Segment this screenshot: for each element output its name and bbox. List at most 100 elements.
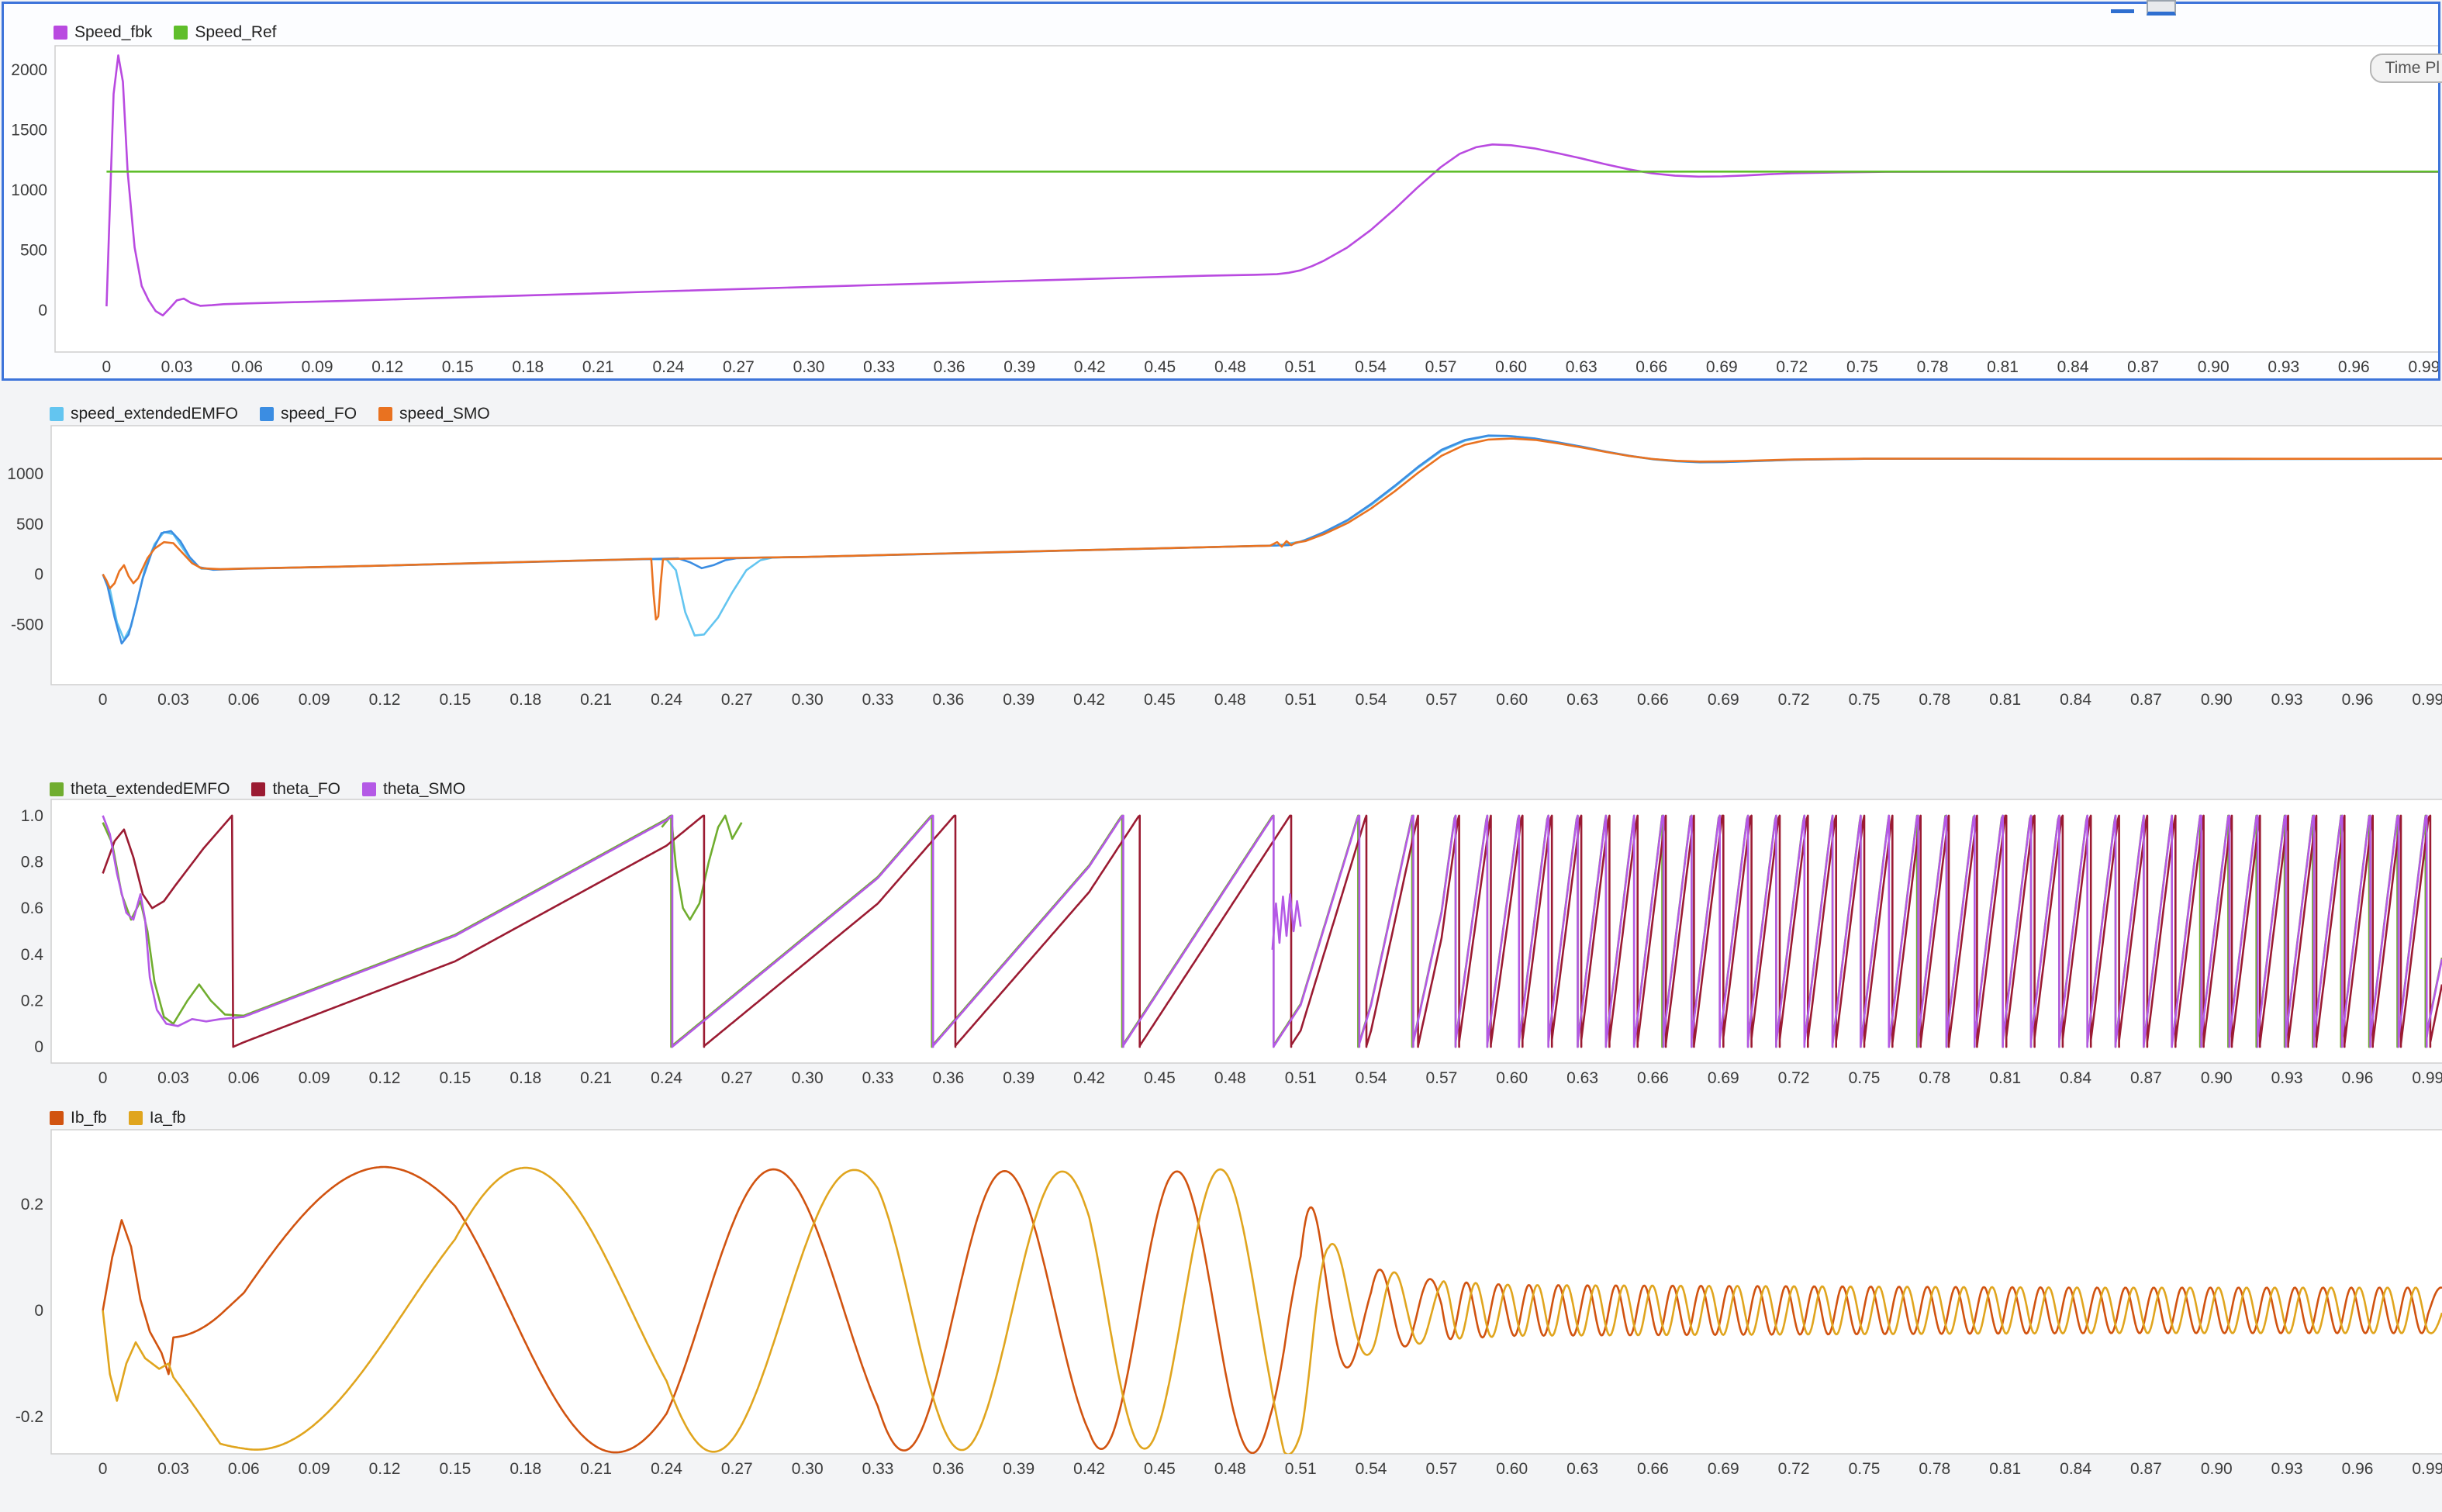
x-tick-label: 0.18 bbox=[509, 691, 541, 709]
x-tick-label: 0.48 bbox=[1214, 358, 1246, 376]
x-tick-label: 0.27 bbox=[723, 358, 755, 376]
legend-item[interactable]: Ia_fb bbox=[129, 1109, 186, 1127]
x-tick-label: 0.24 bbox=[652, 358, 684, 376]
legend-label: Ia_fb bbox=[150, 1109, 186, 1127]
toolbar-icon-underline[interactable] bbox=[2111, 0, 2134, 13]
x-tick-label: 0.69 bbox=[1708, 1069, 1739, 1087]
x-tick-label: 0.84 bbox=[2060, 1069, 2091, 1087]
speed-estimates-plot-canvas[interactable]: -5000500100000.030.060.090.120.150.180.2… bbox=[0, 423, 2442, 711]
legend-item[interactable]: speed_SMO bbox=[378, 405, 490, 423]
x-tick-label: 0.84 bbox=[2057, 358, 2089, 376]
x-tick-label: 0.81 bbox=[1989, 691, 2021, 709]
plot-area[interactable] bbox=[51, 426, 2442, 685]
subplot-speed-estimates[interactable]: speed_extendedEMFO speed_FO speed_SMO -500… bbox=[0, 385, 2442, 711]
legend-swatch bbox=[174, 26, 188, 40]
x-tick-label: 0.78 bbox=[1919, 691, 1950, 709]
legend-item[interactable]: Ib_fb bbox=[50, 1109, 107, 1127]
speed-plot-canvas[interactable]: 050010001500200000.030.060.090.120.150.1… bbox=[4, 43, 2438, 378]
currents-plot-canvas[interactable]: -0.200.200.030.060.090.120.150.180.210.2… bbox=[0, 1127, 2442, 1480]
x-tick-label: 0.78 bbox=[1919, 1069, 1950, 1087]
legend-item[interactable]: speed_extendedEMFO bbox=[50, 405, 238, 423]
x-tick-label: 0.90 bbox=[2198, 358, 2230, 376]
y-tick-label: -0.2 bbox=[16, 1408, 43, 1426]
x-tick-label: 0.27 bbox=[721, 691, 753, 709]
x-tick-label: 0.03 bbox=[157, 1460, 189, 1478]
x-tick-label: 0.21 bbox=[582, 358, 614, 376]
x-tick-label: 0.54 bbox=[1355, 358, 1387, 376]
legend-item[interactable]: Speed_fbk bbox=[54, 23, 152, 42]
x-tick-label: 0.66 bbox=[1637, 691, 1669, 709]
x-tick-label: 0.12 bbox=[369, 691, 401, 709]
x-tick-label: 0.93 bbox=[2271, 691, 2303, 709]
x-tick-label: 0.45 bbox=[1144, 1069, 1176, 1087]
plot-area[interactable] bbox=[51, 1130, 2442, 1454]
legend-speed-estimates: speed_extendedEMFO speed_FO speed_SMO bbox=[50, 404, 490, 424]
x-tick-label: 0.60 bbox=[1496, 691, 1528, 709]
x-tick-label: 0.66 bbox=[1637, 1069, 1669, 1087]
legend-label: Speed_fbk bbox=[74, 23, 152, 42]
legend-swatch bbox=[50, 407, 64, 421]
x-tick-label: 0.45 bbox=[1144, 691, 1176, 709]
plot-area[interactable] bbox=[55, 46, 2438, 352]
legend-item[interactable]: Speed_Ref bbox=[174, 23, 276, 42]
legend-label: Ib_fb bbox=[71, 1109, 107, 1127]
x-tick-label: 0.99 bbox=[2412, 691, 2442, 709]
plotwrap-speed: 050010001500200000.030.060.090.120.150.1… bbox=[4, 43, 2438, 378]
toolbar-icon-grid[interactable] bbox=[2147, 0, 2176, 16]
x-tick-label: 0.51 bbox=[1284, 358, 1316, 376]
plot-type-badge[interactable]: Time Pl bbox=[2370, 54, 2442, 83]
legend-swatch bbox=[129, 1111, 143, 1125]
subplot-currents[interactable]: Ib_fbIa_fb -0.200.200.030.060.090.120.15… bbox=[0, 1091, 2442, 1480]
plotwrap-theta: 00.20.40.60.81.000.030.060.090.120.150.1… bbox=[0, 796, 2442, 1089]
x-tick-label: 0.03 bbox=[157, 1069, 189, 1087]
x-tick-label: 0.09 bbox=[302, 358, 333, 376]
x-tick-label: 0.81 bbox=[1989, 1460, 2021, 1478]
x-tick-label: 0.24 bbox=[651, 1460, 682, 1478]
x-tick-label: 0.42 bbox=[1073, 1460, 1105, 1478]
x-tick-label: 0.84 bbox=[2060, 1460, 2091, 1478]
x-tick-label: 0.45 bbox=[1144, 358, 1176, 376]
x-tick-label: 0.30 bbox=[792, 691, 824, 709]
x-tick-label: 0.57 bbox=[1425, 1460, 1457, 1478]
y-tick-label: -500 bbox=[11, 616, 43, 633]
subplot-theta[interactable]: theta_extendedEMFOtheta_FOtheta_SMO 00.2… bbox=[0, 761, 2442, 1089]
x-tick-label: 0.63 bbox=[1566, 1069, 1598, 1087]
x-tick-label: 0.33 bbox=[862, 1069, 894, 1087]
legend-label: speed_extendedEMFO bbox=[71, 405, 238, 423]
legend-swatch bbox=[50, 1111, 64, 1125]
legend-swatch bbox=[54, 26, 67, 40]
x-tick-label: 0.42 bbox=[1073, 691, 1105, 709]
x-tick-label: 0.69 bbox=[1708, 691, 1739, 709]
x-tick-label: 0.36 bbox=[932, 1069, 964, 1087]
x-tick-label: 0.66 bbox=[1637, 1460, 1669, 1478]
x-tick-label: 0.30 bbox=[792, 1460, 824, 1478]
x-tick-label: 0.15 bbox=[439, 691, 471, 709]
x-tick-label: 0.78 bbox=[1919, 1460, 1950, 1478]
x-tick-label: 0.60 bbox=[1495, 358, 1527, 376]
legend-swatch bbox=[378, 407, 392, 421]
x-tick-label: 0.33 bbox=[862, 1460, 894, 1478]
legend-swatch bbox=[50, 782, 64, 796]
subplot-speed[interactable]: Speed_fbkSpeed_Ref 050010001500200000.03… bbox=[2, 2, 2440, 381]
legend-speed: Speed_fbk Speed_Ref bbox=[54, 22, 277, 43]
x-tick-label: 0.18 bbox=[509, 1460, 541, 1478]
toolbar-remnant bbox=[2111, 0, 2176, 16]
x-tick-label: 0.87 bbox=[2130, 1069, 2162, 1087]
legend-item[interactable]: speed_FO bbox=[260, 405, 357, 423]
x-tick-label: 0.81 bbox=[1987, 358, 2019, 376]
x-tick-label: 0.15 bbox=[439, 1460, 471, 1478]
x-tick-label: 0.57 bbox=[1425, 1069, 1457, 1087]
x-tick-label: 0.75 bbox=[1846, 358, 1878, 376]
x-tick-label: 0.39 bbox=[1003, 691, 1034, 709]
x-tick-label: 0.99 bbox=[2412, 1460, 2442, 1478]
x-tick-label: 0.93 bbox=[2271, 1460, 2303, 1478]
x-tick-label: 0.06 bbox=[231, 358, 263, 376]
legend-currents: Ib_fb Ia_fb bbox=[50, 1108, 185, 1128]
x-tick-label: 0.51 bbox=[1285, 1460, 1317, 1478]
y-tick-label: 0.4 bbox=[21, 946, 44, 964]
x-tick-label: 0.06 bbox=[228, 1069, 260, 1087]
x-tick-label: 0.15 bbox=[439, 1069, 471, 1087]
x-tick-label: 0.60 bbox=[1496, 1460, 1528, 1478]
x-tick-label: 0.36 bbox=[932, 691, 964, 709]
theta-plot-canvas[interactable]: 00.20.40.60.81.000.030.060.090.120.150.1… bbox=[0, 796, 2442, 1089]
